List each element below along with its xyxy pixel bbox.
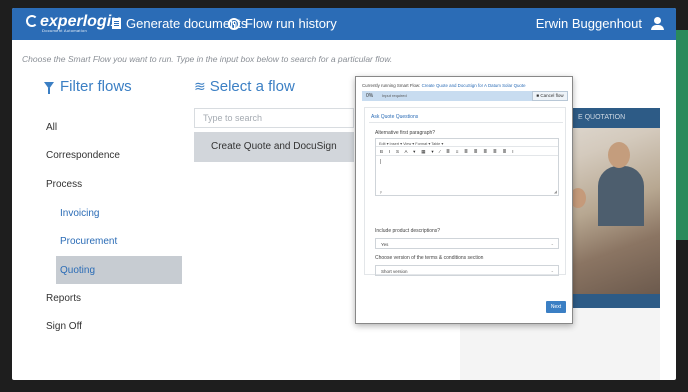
clock-icon	[228, 18, 240, 30]
chevron-down-icon: ⌄	[550, 268, 554, 273]
progress-message: Input required	[382, 93, 407, 98]
filter-flows-heading: Filter flows	[44, 78, 132, 95]
user-icon-head	[654, 17, 661, 24]
cancel-flow-button[interactable]: ■ Cancel flow	[532, 91, 568, 101]
progress-bar: 0% Input required ■ Cancel flow	[362, 91, 568, 101]
instructions-text: Choose the Smart Flow you want to run. T…	[22, 54, 393, 64]
user-icon[interactable]	[651, 17, 664, 30]
photo-person-shape	[608, 142, 630, 168]
resize-handle-icon[interactable]: ◢	[554, 189, 557, 194]
select-heading-label: Select a flow	[209, 78, 295, 95]
filter-item-reports[interactable]: Reports	[46, 293, 81, 304]
flow-search-input[interactable]	[194, 108, 354, 128]
editor-path: p	[380, 190, 382, 194]
cancel-flow-label: Cancel flow	[540, 93, 564, 98]
document-icon	[112, 18, 121, 29]
section-divider	[369, 122, 563, 123]
select-value: Short version	[381, 269, 408, 274]
user-name[interactable]: Erwin Buggenhout	[536, 16, 642, 31]
flow-waves-icon: ≋	[194, 78, 206, 94]
nav-history-label: Flow run history	[245, 16, 337, 31]
filter-item-quoting[interactable]: Quoting	[60, 265, 95, 276]
running-prefix: Currently running Smart Flow:	[362, 83, 421, 88]
top-navigation-bar: experlogix Document Automation Generate …	[12, 8, 676, 40]
funnel-icon	[44, 82, 54, 94]
filter-item-sign-off[interactable]: Sign Off	[46, 321, 82, 332]
product-descriptions-select[interactable]: Yes ⌄	[375, 238, 559, 249]
chevron-down-icon: ⌄	[550, 241, 554, 246]
select-flow-heading: ≋ Select a flow	[194, 78, 295, 95]
logo-mark-icon	[26, 15, 38, 27]
section-title: Ask Quote Questions	[371, 114, 419, 120]
smart-flow-dialog: Currently running Smart Flow: Create Quo…	[355, 76, 573, 324]
progress-percent: 0%	[366, 93, 374, 99]
filter-item-correspondence[interactable]: Correspondence	[46, 150, 120, 161]
filter-item-all[interactable]: All	[46, 122, 57, 133]
logo-tagline: Document Automation	[42, 28, 88, 33]
question-3-label: Choose version of the terms & conditions…	[375, 255, 484, 261]
flow-item-create-quote-docusign[interactable]: Create Quote and DocuSign	[194, 132, 354, 162]
questions-panel: Ask Quote Questions Alternative first pa…	[364, 107, 566, 276]
user-icon-body	[651, 25, 664, 30]
filter-item-procurement[interactable]: Procurement	[60, 236, 117, 247]
editor-menu-bar[interactable]: Edit ▾ Insert ▾ View ▾ Format ▾ Table ▾	[376, 139, 558, 147]
filter-item-process[interactable]: Process	[46, 179, 82, 190]
next-button[interactable]: Next	[546, 301, 566, 313]
question-1-label: Alternative first paragraph?	[375, 130, 436, 136]
filter-item-invoicing[interactable]: Invoicing	[60, 208, 99, 219]
question-2-label: Include product descriptions?	[375, 228, 441, 234]
select-value: Yes	[381, 242, 389, 247]
terms-version-select[interactable]: Short version ⌄	[375, 265, 559, 276]
editor-toolbar[interactable]: B I S A ▾ ▦ ▾ ⁄ ≣ ≡ ≣ ≣ ≣ ≣ ≣ I	[376, 147, 558, 156]
rich-text-editor[interactable]: Edit ▾ Insert ▾ View ▾ Format ▾ Table ▾ …	[375, 138, 559, 196]
stop-icon: ■	[536, 93, 540, 98]
nav-flow-run-history[interactable]: Flow run history	[228, 16, 337, 31]
running-flow-name: Create Quote and DocuSign for A Datum So…	[421, 83, 526, 88]
photo-person-shape	[598, 166, 644, 226]
editor-caret: |	[380, 159, 382, 165]
app-window: experlogix Document Automation Generate …	[12, 8, 676, 380]
filter-heading-label: Filter flows	[60, 78, 132, 95]
running-flow-status: Currently running Smart Flow: Create Quo…	[362, 83, 526, 88]
